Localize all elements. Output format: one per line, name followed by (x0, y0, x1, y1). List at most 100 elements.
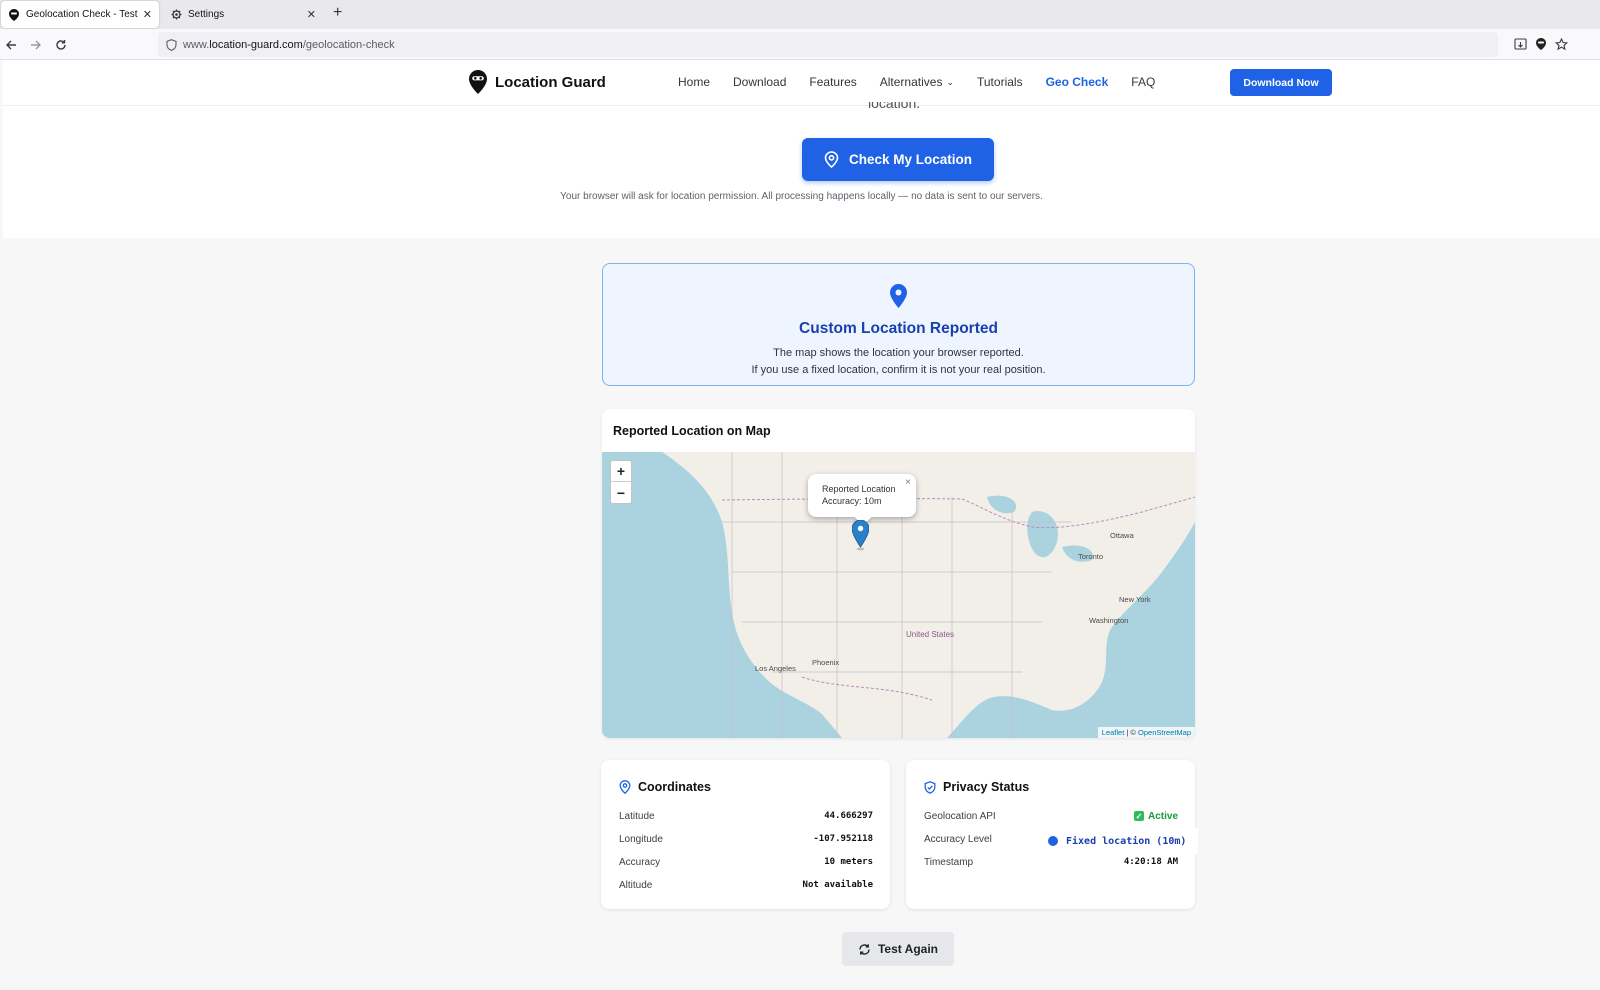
card-title: Privacy Status (943, 780, 1030, 794)
hero-section: location. Check My Location Your browser… (3, 102, 1600, 238)
tab-geolocation-check[interactable]: Geolocation Check - Test Wh ✕ (1, 1, 159, 28)
menu-item-features[interactable]: Features (809, 75, 856, 89)
hero-cut-text: location. (868, 102, 921, 111)
close-icon[interactable]: × (905, 477, 911, 489)
location-pin-outline-icon (619, 780, 631, 794)
menu-item-alternatives[interactable]: Alternatives ⌄ (880, 75, 954, 89)
accuracy-level-value: Fixed location (10m) (1040, 828, 1198, 854)
openstreetmap-link[interactable]: OpenStreetMap (1138, 728, 1191, 737)
check-my-location-label: Check My Location (848, 152, 973, 167)
menu-item-geo-check[interactable]: Geo Check (1046, 75, 1109, 89)
back-arrow-icon[interactable] (1, 35, 21, 55)
permission-note: Your browser will ask for location permi… (560, 191, 1043, 202)
menu-item-faq[interactable]: FAQ (1131, 75, 1155, 89)
forward-arrow-icon[interactable] (26, 35, 46, 55)
row-label: Accuracy Level (924, 833, 992, 845)
timestamp-row: Timestamp 4:20:18 AM (924, 854, 1178, 870)
api-status-text: Active (1147, 810, 1178, 822)
zoom-out-button[interactable]: − (611, 482, 631, 503)
site-header: Location Guard Home Download Features Al… (3, 60, 1600, 106)
chevron-down-icon: ⌄ (946, 76, 954, 87)
alert-text: If you use a fixed location, confirm it … (751, 364, 1046, 376)
test-again-label: Test Again (877, 942, 938, 956)
main-menu: Home Download Features Alternatives ⌄ Tut… (678, 75, 1178, 89)
test-again-button[interactable]: Test Again (842, 932, 954, 966)
close-icon[interactable]: ✕ (143, 8, 152, 21)
status-dot-icon (1048, 836, 1058, 846)
location-guard-extension-icon[interactable] (1533, 36, 1549, 52)
row-label: Longitude (619, 833, 663, 845)
zoom-in-button[interactable]: + (611, 461, 631, 482)
location-guard-logo-icon (469, 70, 487, 94)
tab-title: Geolocation Check - Test Wh (26, 9, 139, 20)
map-label-city: Washington (1089, 616, 1129, 625)
zoom-control: + − (610, 460, 632, 504)
row-label: Timestamp (924, 856, 974, 868)
altitude-row: Altitude Not available (619, 877, 873, 893)
map-label-country: United States (906, 630, 955, 639)
longitude-row: Longitude -107.952118 (619, 831, 873, 847)
map-label-city: Los Angeles (755, 664, 796, 673)
row-label: Altitude (619, 879, 653, 891)
menu-item-download[interactable]: Download (733, 75, 786, 89)
card-title: Coordinates (638, 780, 711, 794)
custom-location-alert: Custom Location Reported The map shows t… (602, 263, 1195, 386)
accuracy-value: 10 meters (824, 857, 873, 867)
location-pin-outline-icon (824, 151, 839, 168)
check-my-location-button[interactable]: Check My Location (802, 138, 994, 181)
map-popup: Reported Location Accuracy: 10m × (808, 474, 916, 526)
location-marker-icon[interactable] (852, 520, 869, 552)
tab-title: Settings (188, 9, 225, 20)
map-label-city: Phoenix (812, 658, 840, 667)
attribution-separator: | © (1124, 728, 1139, 737)
altitude-value: Not available (802, 880, 873, 890)
leaflet-link[interactable]: Leaflet (1102, 728, 1125, 737)
popup-accuracy: Accuracy: 10m (822, 496, 882, 506)
shield-icon[interactable] (166, 38, 177, 51)
reload-icon[interactable] (51, 35, 71, 55)
timestamp-value: 4:20:18 AM (1123, 857, 1178, 867)
geolocation-api-row: Geolocation API ✓ Active (924, 808, 1178, 824)
menu-item-label: Alternatives (879, 75, 943, 89)
latitude-value: 44.666297 (824, 811, 873, 821)
address-bar[interactable]: www. location-guard.com/geolocation-check (158, 32, 1498, 57)
browser-tab-bar: Geolocation Check - Test Wh ✕ Settings ✕… (0, 0, 1600, 29)
download-now-button[interactable]: Download Now (1230, 69, 1332, 96)
leaflet-map[interactable]: + − Reported Location Accuracy: 10m × Ot… (602, 452, 1195, 738)
latitude-row: Latitude 44.666297 (619, 808, 873, 824)
brand-name: Location Guard (495, 73, 606, 91)
menu-item-tutorials[interactable]: Tutorials (977, 75, 1023, 89)
accuracy-row: Accuracy 10 meters (619, 854, 873, 870)
popup-title: Reported Location (822, 484, 896, 494)
map-card: Reported Location on Map + − Reported Lo… (602, 409, 1195, 738)
browser-nav-bar: www. location-guard.com/geolocation-check (0, 29, 1600, 60)
close-icon[interactable]: ✕ (307, 8, 316, 21)
url-host: location-guard.com (209, 38, 303, 51)
map-attribution: Leaflet | © OpenStreetMap (1097, 727, 1195, 738)
api-status-value: ✓ Active (1133, 810, 1178, 822)
row-label: Latitude (619, 810, 655, 822)
bookmark-star-icon[interactable] (1553, 36, 1569, 52)
url-path: /geolocation-check (302, 38, 395, 51)
map-label-city: Toronto (1078, 552, 1104, 561)
reader-view-icon[interactable] (1512, 36, 1528, 52)
map-label-city: New York (1119, 595, 1151, 604)
coordinates-heading: Coordinates (619, 780, 711, 794)
map-title: Reported Location on Map (613, 424, 771, 438)
tab-settings[interactable]: Settings ✕ (163, 1, 323, 28)
menu-item-home[interactable]: Home (678, 75, 710, 89)
accuracy-level-text: Fixed location (10m) (1066, 835, 1187, 847)
check-icon: ✓ (1133, 811, 1144, 821)
new-tab-icon[interactable]: + (333, 4, 342, 22)
alert-text: The map shows the location your browser … (773, 347, 1024, 359)
brand-logo[interactable]: Location Guard (469, 70, 606, 94)
gear-icon (170, 9, 182, 21)
coordinates-card: Coordinates Latitude 44.666297 Longitude -… (601, 760, 890, 909)
row-label: Accuracy (619, 856, 661, 868)
map-pin-icon (890, 284, 907, 308)
location-guard-favicon-icon (8, 8, 20, 21)
shield-check-icon (924, 780, 936, 794)
map-label-city: Ottawa (1110, 531, 1134, 540)
refresh-icon (859, 943, 870, 955)
row-label: Geolocation API (924, 810, 996, 822)
